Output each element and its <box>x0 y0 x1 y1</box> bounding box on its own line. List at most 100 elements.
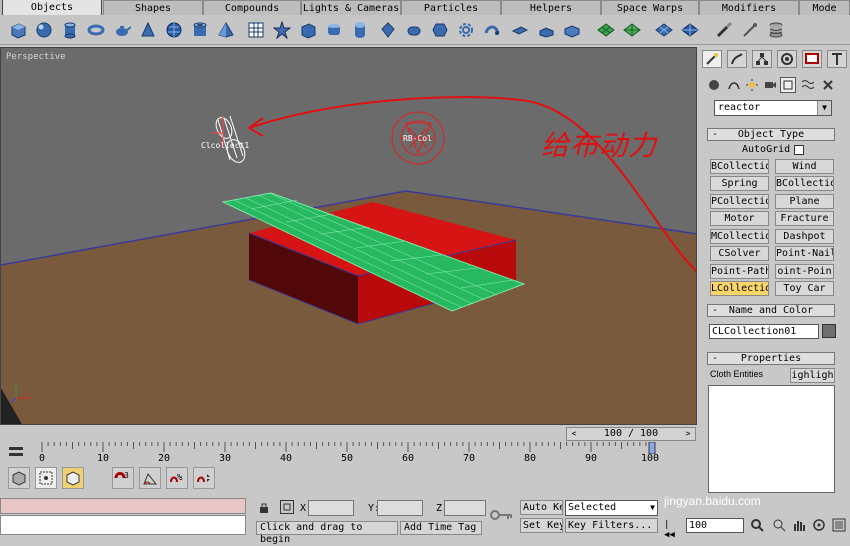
object-button-fracture[interactable]: Fracture <box>775 211 834 226</box>
object-button-mcollection[interactable]: MCollectio <box>710 229 769 244</box>
cv-surface-icon[interactable] <box>680 20 700 40</box>
perspective-viewport[interactable]: Clcollect1 RB-Col Perspective 给布动力 <box>0 47 697 425</box>
torus-knot-icon[interactable] <box>456 20 476 40</box>
pyramid-icon[interactable] <box>216 20 236 40</box>
sphere-icon[interactable] <box>34 20 54 40</box>
object-button-point-path[interactable]: Point-Path <box>710 264 769 279</box>
next-frame-icon[interactable]: > <box>682 428 694 440</box>
object-button-bcollection-1[interactable]: BCollectio <box>710 159 769 174</box>
tab-particles[interactable]: Particles <box>401 0 501 15</box>
lights-icon[interactable] <box>744 77 760 93</box>
box-icon[interactable] <box>8 20 28 40</box>
coord-y-field[interactable] <box>377 500 423 516</box>
object-button-point-point[interactable]: oint-Poin <box>775 264 834 279</box>
absolute-mode-icon[interactable] <box>280 500 294 514</box>
teapot-icon[interactable] <box>112 20 132 40</box>
l-ext-icon[interactable] <box>536 20 556 40</box>
coord-x-field[interactable] <box>308 500 354 516</box>
hierarchy-tab-icon[interactable] <box>752 50 772 68</box>
category-dropdown[interactable]: reactor ▼ <box>714 100 832 116</box>
object-button-point-nail[interactable]: Point-Nail <box>775 246 834 261</box>
track-bar-icon[interactable] <box>8 444 24 460</box>
object-type-rollout-header[interactable]: - Object Type <box>707 128 835 141</box>
object-name-field[interactable]: CLCollection01 <box>709 324 819 339</box>
object-button-bcollection-2[interactable]: BCollectio <box>775 176 834 191</box>
name-color-rollout-header[interactable]: - Name and Color <box>707 304 835 317</box>
prev-key-icon[interactable]: |◀◀ <box>664 520 680 540</box>
highlight-button[interactable]: ighligh <box>790 368 835 383</box>
plane-grid-icon[interactable] <box>246 20 266 40</box>
key-selection-dropdown[interactable]: Selected ▼ <box>565 500 658 516</box>
chamfer-cylinder-icon[interactable] <box>324 20 344 40</box>
object-button-pcollection[interactable]: PCollectio <box>710 194 769 209</box>
hose-icon[interactable] <box>510 20 530 40</box>
add-time-tag-button[interactable]: Add Time Tag <box>400 521 482 535</box>
object-color-swatch[interactable] <box>822 324 836 338</box>
cone-icon[interactable] <box>138 20 158 40</box>
tab-compounds[interactable]: Compounds <box>203 0 301 15</box>
object-button-dashpot[interactable]: Dashpot <box>775 229 834 244</box>
pan-hand-icon[interactable] <box>792 518 806 532</box>
box-select-icon[interactable] <box>8 467 30 489</box>
chamfer-box-icon[interactable] <box>298 20 318 40</box>
oil-tank-icon[interactable] <box>350 20 370 40</box>
cylinder-icon[interactable] <box>60 20 80 40</box>
cameras-icon[interactable] <box>762 77 778 93</box>
zoom-all-icon[interactable] <box>772 518 786 532</box>
key-filters-button[interactable]: Key Filters... <box>565 518 658 533</box>
tri-patch-icon[interactable] <box>622 20 642 40</box>
paint-brush-icon[interactable] <box>714 20 734 40</box>
arc-rotate-icon[interactable] <box>812 518 826 532</box>
tab-shapes[interactable]: Shapes <box>103 0 203 15</box>
chevron-down-icon[interactable]: ▼ <box>817 101 831 115</box>
hedra-icon[interactable] <box>272 20 292 40</box>
object-button-motor[interactable]: Motor <box>710 211 769 226</box>
ring-wave-icon[interactable] <box>482 20 502 40</box>
nurbs-surface-icon[interactable] <box>654 20 674 40</box>
display-tab-icon[interactable] <box>802 50 822 68</box>
cloth-entities-list[interactable] <box>708 385 835 493</box>
tab-objects[interactable]: Objects <box>2 0 102 15</box>
tab-space-warps[interactable]: Space Warps <box>601 0 699 15</box>
database-icon[interactable] <box>766 20 786 40</box>
set-key-button[interactable]: Set Key <box>520 518 563 533</box>
space-warps-icon[interactable] <box>800 77 816 93</box>
systems-icon[interactable] <box>820 77 836 93</box>
lock-icon[interactable] <box>258 502 270 514</box>
maxscript-listener-white[interactable] <box>0 515 246 535</box>
track-bar-ruler[interactable]: 0 10 20 30 40 50 60 70 80 90 100 <box>39 442 659 464</box>
autogrid-checkbox[interactable] <box>794 145 804 155</box>
spindle-icon[interactable] <box>378 20 398 40</box>
object-button-toy-car[interactable]: Toy Car <box>775 281 834 296</box>
object-button-csolver[interactable]: CSolver <box>710 246 769 261</box>
tab-lights-cameras[interactable]: Lights & Cameras <box>301 0 401 15</box>
chevron-down-icon[interactable]: ▼ <box>650 501 655 515</box>
object-button-wind[interactable]: Wind <box>775 159 834 174</box>
maximize-viewport-icon[interactable] <box>832 518 846 532</box>
helpers-icon[interactable] <box>780 77 796 93</box>
tab-modifiers[interactable]: Modifiers <box>699 0 799 15</box>
object-button-spring[interactable]: Spring <box>710 176 769 191</box>
tab-mode[interactable]: Mode <box>799 0 850 15</box>
tab-helpers[interactable]: Helpers <box>501 0 601 15</box>
viewport-label[interactable]: Perspective <box>6 52 66 62</box>
snap-3d-icon[interactable]: 3 <box>112 467 134 489</box>
time-slider[interactable]: < 100 / 100 > <box>566 427 696 441</box>
torus-icon[interactable] <box>86 20 106 40</box>
auto-key-button[interactable]: Auto Key <box>520 500 563 515</box>
shapes-icon[interactable] <box>726 77 742 93</box>
selection-cube-icon[interactable] <box>62 467 84 489</box>
maxscript-listener-pink[interactable] <box>0 498 246 514</box>
create-tab-icon[interactable] <box>702 50 722 68</box>
key-icon[interactable] <box>490 508 514 522</box>
geosphere-icon[interactable] <box>164 20 184 40</box>
object-button-plane[interactable]: Plane <box>775 194 834 209</box>
tube-icon[interactable] <box>190 20 210 40</box>
patch-grid-icon[interactable] <box>596 20 616 40</box>
utilities-tab-icon[interactable] <box>827 50 847 68</box>
current-frame-field[interactable]: 100 <box>686 518 744 533</box>
prev-frame-icon[interactable]: < <box>568 428 580 440</box>
pen-tool-icon[interactable] <box>740 20 760 40</box>
motion-tab-icon[interactable] <box>777 50 797 68</box>
modify-tab-icon[interactable] <box>727 50 747 68</box>
